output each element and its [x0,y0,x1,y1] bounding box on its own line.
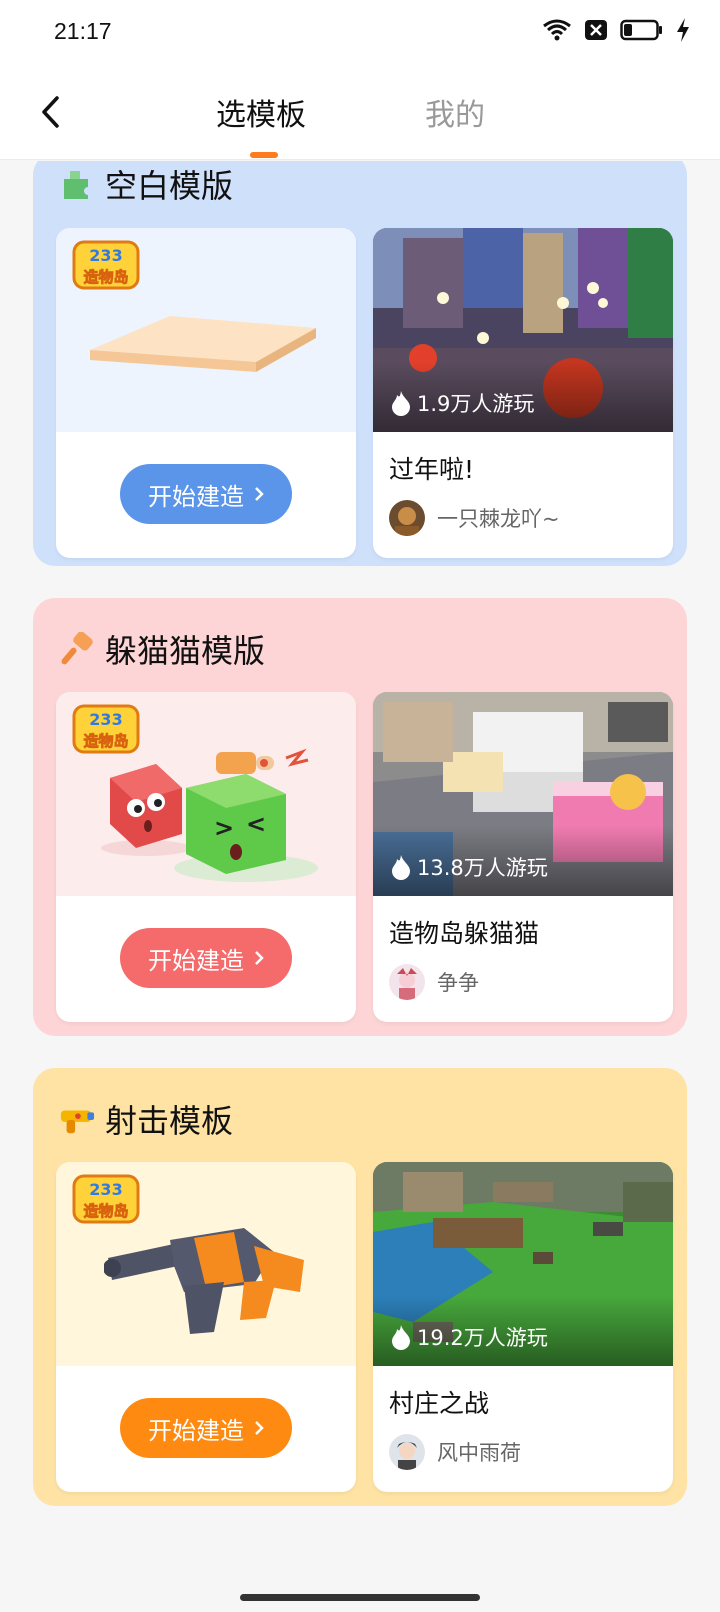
play-count-text: 13.8万人游玩 [417,856,548,880]
game-thumbnail: 13.8万人游玩 [373,692,673,896]
status-time: 21:17 [54,18,112,44]
rifle-illustration [104,1228,304,1334]
section-blank-template: 空白模版 233 造物岛 开始建造 1.9万人游玩 过年啦! 一只棘龙吖~ [33,161,687,566]
play-count: 19.2万人游玩 [391,1322,548,1352]
svg-text:>: > [214,814,234,842]
svg-text:造物岛: 造物岛 [83,268,128,286]
hammer-icon [59,631,95,667]
section-shooting-template: 射击模板 233 造物岛 开始建造 19.2万人游玩 村庄之战 风中雨荷 [33,1068,687,1506]
game-title: 过年啦! [389,455,475,484]
tab-choose-template[interactable]: 选模板 [216,90,306,134]
game-thumbnail: 1.9万人游玩 [373,228,673,432]
chevron-right-icon [255,487,264,501]
puzzle-icon [59,166,95,202]
template-thumbnail: 233 造物岛 > < [56,692,356,896]
charging-icon [677,18,689,42]
back-button[interactable] [30,90,70,134]
template-thumbnail: 233 造物岛 [56,228,356,432]
avatar [389,1434,425,1470]
status-bar: 21:17 [0,0,720,66]
start-build-button[interactable]: 开始建造 [120,464,292,524]
back-arrow-icon [42,96,59,128]
game-card[interactable]: 1.9万人游玩 过年啦! 一只棘龙吖~ [373,228,673,558]
gun-icon [59,1101,95,1137]
game-title: 造物岛躲猫猫 [389,919,540,948]
play-count: 1.9万人游玩 [391,388,534,418]
section-title-text: 躲猫猫模版 [105,632,266,670]
section-title: 空白模版 [59,161,233,207]
section-title: 躲猫猫模版 [59,626,265,672]
section-title: 射击模板 [59,1096,233,1142]
svg-text:233: 233 [89,710,122,729]
play-count-text: 1.9万人游玩 [417,392,535,416]
section-hide-seek-template: 躲猫猫模版 233 造物岛 > < 开始建造 13.8万人游玩 造物岛躲猫猫 争… [33,598,687,1036]
start-build-button[interactable]: 开始建造 [120,928,292,988]
play-count-text: 19.2万人游玩 [417,1326,548,1350]
template-thumbnail: 233 造物岛 [56,1162,356,1366]
flame-icon [392,855,410,880]
svg-text:造物岛: 造物岛 [83,1202,128,1220]
tab-mine[interactable]: 我的 [425,90,485,134]
hide-seek-illustration: > < [101,748,318,882]
chevron-right-icon [255,951,264,965]
home-indicator[interactable] [240,1594,480,1601]
template-card-blank[interactable]: 233 造物岛 开始建造 [56,228,356,558]
author: 风中雨荷 [389,1434,521,1470]
template-list[interactable]: 空白模版 233 造物岛 开始建造 1.9万人游玩 过年啦! 一只棘龙吖~ 躲猫… [0,161,720,1582]
svg-text:233: 233 [89,1180,122,1199]
author-name: 一只棘龙吖~ [437,507,560,531]
active-tab-indicator [250,152,278,158]
chevron-right-icon [255,1421,264,1435]
play-count: 13.8万人游玩 [391,852,548,882]
top-bar: 选模板 我的 [0,66,720,160]
svg-text:<: < [246,810,266,838]
game-title: 村庄之战 [389,1389,490,1418]
wifi-icon [543,19,571,41]
start-build-label: 开始建造 [148,1416,244,1445]
logo-233-zaowudao: 233 造物岛 [72,1174,140,1224]
avatar [389,964,425,1000]
svg-text:233: 233 [89,246,122,265]
flame-icon [392,1325,410,1350]
logo-233-zaowudao: 233 造物岛 [72,240,140,290]
status-icons [542,18,690,42]
start-build-button[interactable]: 开始建造 [120,1398,292,1458]
author-name: 风中雨荷 [437,1441,521,1465]
game-thumbnail: 19.2万人游玩 [373,1162,673,1366]
start-build-label: 开始建造 [148,482,244,511]
template-card-shooting[interactable]: 233 造物岛 开始建造 [56,1162,356,1492]
author: 争争 [389,964,479,1000]
game-card[interactable]: 13.8万人游玩 造物岛躲猫猫 争争 [373,692,673,1022]
section-title-text: 空白模版 [105,167,234,205]
template-card-hide-seek[interactable]: 233 造物岛 > < 开始建造 [56,692,356,1022]
sim-blocked-icon [585,20,607,40]
start-build-label: 开始建造 [148,946,244,975]
battery-icon [620,19,662,41]
blank-board-illustration [90,316,316,372]
avatar [389,500,425,536]
flame-icon [392,391,410,416]
author-name: 争争 [437,971,479,995]
game-card[interactable]: 19.2万人游玩 村庄之战 风中雨荷 [373,1162,673,1492]
author: 一只棘龙吖~ [389,500,560,536]
section-title-text: 射击模板 [105,1102,234,1140]
